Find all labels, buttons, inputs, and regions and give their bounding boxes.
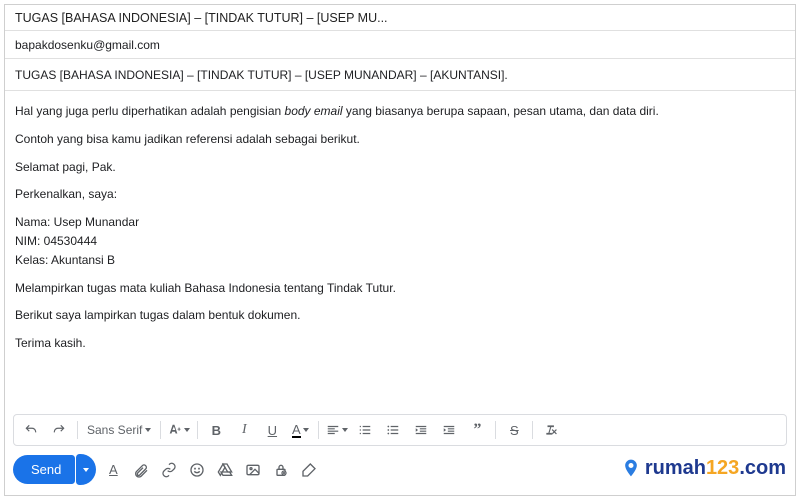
body-identity-block: Nama: Usep Munandar NIM: 04530444 Kelas:… [15, 214, 785, 268]
font-select-label: Sans Serif [87, 423, 142, 437]
indent-more-button[interactable] [436, 418, 462, 442]
align-button[interactable] [324, 418, 350, 442]
remove-formatting-button[interactable] [538, 418, 564, 442]
body-paragraph: Terima kasih. [15, 335, 785, 352]
toolbar-separator [318, 421, 319, 439]
chevron-down-icon [342, 428, 348, 432]
format-toolbar: Sans Serif B I U A [13, 414, 787, 446]
send-button-label: Send [31, 462, 61, 477]
window-title: TUGAS [BAHASA INDONESIA] – [TINDAK TUTUR… [5, 5, 795, 31]
subject-value: TUGAS [BAHASA INDONESIA] – [TINDAK TUTUR… [15, 68, 508, 82]
insert-drive-button[interactable] [214, 459, 236, 481]
attach-file-button[interactable] [130, 459, 152, 481]
window-title-text: TUGAS [BAHASA INDONESIA] – [TINDAK TUTUR… [15, 11, 388, 25]
body-line-kelas: Kelas: Akuntansi B [15, 252, 785, 269]
toolbar-separator [77, 421, 78, 439]
redo-button[interactable] [46, 418, 72, 442]
formatting-toggle-button[interactable]: A [102, 459, 124, 481]
body-line-name: Nama: Usep Munandar [15, 214, 785, 231]
body-line-nim: NIM: 04530444 [15, 233, 785, 250]
chevron-down-icon [303, 428, 309, 432]
body-paragraph: Hal yang juga perlu diperhatikan adalah … [15, 103, 785, 120]
underline-button[interactable]: U [259, 418, 285, 442]
compose-body[interactable]: Hal yang juga perlu diperhatikan adalah … [5, 91, 795, 414]
text-color-button[interactable]: A [287, 418, 313, 442]
watermark-text: rumah123.com [645, 457, 786, 480]
body-paragraph: Berikut saya lampirkan tugas dalam bentu… [15, 307, 785, 324]
chevron-down-icon [184, 428, 190, 432]
send-button[interactable]: Send [13, 455, 75, 484]
recipient-value: bapakdosenku@gmail.com [15, 38, 160, 52]
insert-photo-button[interactable] [242, 459, 264, 481]
quote-button[interactable]: ” [464, 418, 490, 442]
indent-less-button[interactable] [408, 418, 434, 442]
body-paragraph: Selamat pagi, Pak. [15, 159, 785, 176]
strikethrough-button[interactable]: S [501, 418, 527, 442]
send-options-button[interactable] [76, 454, 96, 485]
confidential-mode-button[interactable] [270, 459, 292, 481]
map-pin-icon [621, 456, 641, 480]
undo-button[interactable] [18, 418, 44, 442]
body-paragraph: Contoh yang bisa kamu jadikan referensi … [15, 131, 785, 148]
italic-button[interactable]: I [231, 418, 257, 442]
body-paragraph: Perkenalkan, saya: [15, 186, 785, 203]
compose-window: TUGAS [BAHASA INDONESIA] – [TINDAK TUTUR… [4, 4, 796, 496]
body-paragraph: Melampirkan tugas mata kuliah Bahasa Ind… [15, 280, 785, 297]
watermark-logo: rumah123.com [621, 456, 786, 480]
subject-field[interactable]: TUGAS [BAHASA INDONESIA] – [TINDAK TUTUR… [5, 59, 795, 91]
chevron-down-icon [145, 428, 151, 432]
recipient-field[interactable]: bapakdosenku@gmail.com [5, 31, 795, 59]
insert-link-button[interactable] [158, 459, 180, 481]
toolbar-separator [197, 421, 198, 439]
toolbar-separator [495, 421, 496, 439]
numbered-list-button[interactable] [352, 418, 378, 442]
font-select[interactable]: Sans Serif [83, 423, 155, 437]
chevron-down-icon [83, 468, 89, 472]
insert-emoji-button[interactable] [186, 459, 208, 481]
bulleted-list-button[interactable] [380, 418, 406, 442]
toolbar-separator [532, 421, 533, 439]
bold-button[interactable]: B [203, 418, 229, 442]
font-size-button[interactable] [166, 418, 192, 442]
toolbar-separator [160, 421, 161, 439]
insert-signature-button[interactable] [298, 459, 320, 481]
